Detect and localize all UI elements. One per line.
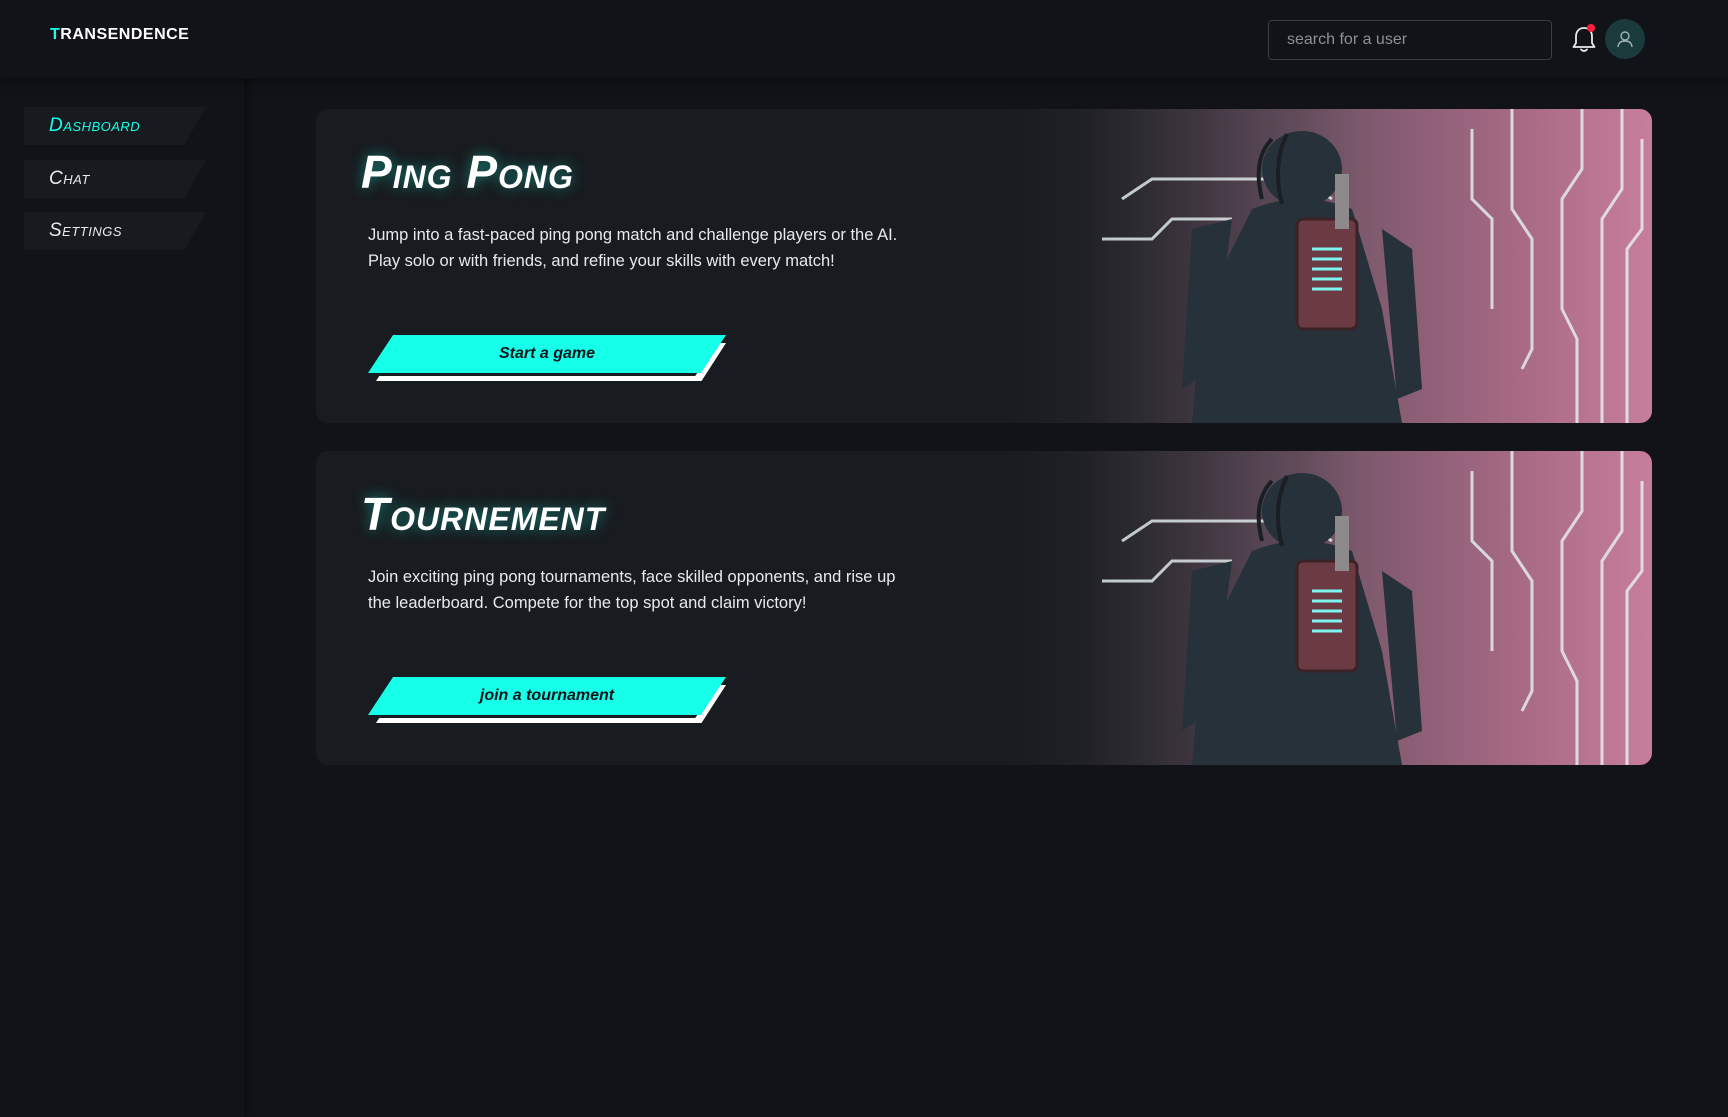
card-hero-image xyxy=(1002,109,1652,423)
card-hero-image xyxy=(1002,451,1652,765)
start-game-button-label: Start a game xyxy=(368,335,726,373)
logo-accent-letter: T xyxy=(50,26,61,43)
ping-pong-card: Ping Pong Jump into a fast-paced ping po… xyxy=(316,109,1652,423)
card-description: Join exciting ping pong tournaments, fac… xyxy=(368,568,896,612)
logo-text: RANSENDENCE xyxy=(60,26,190,43)
card-title: Ping Pong xyxy=(361,146,574,198)
profile-avatar-button[interactable] xyxy=(1605,19,1645,59)
cyborg-illustration xyxy=(1102,109,1644,423)
user-search-input[interactable] xyxy=(1268,20,1552,60)
sidebar-item-dashboard[interactable]: Dashboard xyxy=(24,107,206,145)
join-tournament-button[interactable]: join a tournament xyxy=(368,677,728,723)
join-tournament-button-label: join a tournament xyxy=(368,677,726,715)
notification-badge xyxy=(1587,24,1595,32)
notifications-button[interactable] xyxy=(1570,24,1598,54)
sidebar: Dashboard Chat Settings xyxy=(0,78,244,1117)
card-title: Tournement xyxy=(361,488,606,540)
sidebar-item-label: Settings xyxy=(49,220,123,241)
sidebar-item-label: Dashboard xyxy=(49,115,141,136)
cyborg-illustration xyxy=(1102,451,1644,765)
app-logo[interactable]: TRANSENDENCE xyxy=(50,26,189,44)
top-bar: TRANSENDENCE xyxy=(0,0,1728,78)
sidebar-item-settings[interactable]: Settings xyxy=(24,212,206,250)
sidebar-item-chat[interactable]: Chat xyxy=(24,160,206,198)
card-description: Jump into a fast-paced ping pong match a… xyxy=(368,226,898,270)
user-icon xyxy=(1617,31,1633,48)
tournament-card: Tournement Join exciting ping pong tourn… xyxy=(316,451,1652,765)
start-game-button[interactable]: Start a game xyxy=(368,335,728,381)
sidebar-item-label: Chat xyxy=(49,168,90,189)
